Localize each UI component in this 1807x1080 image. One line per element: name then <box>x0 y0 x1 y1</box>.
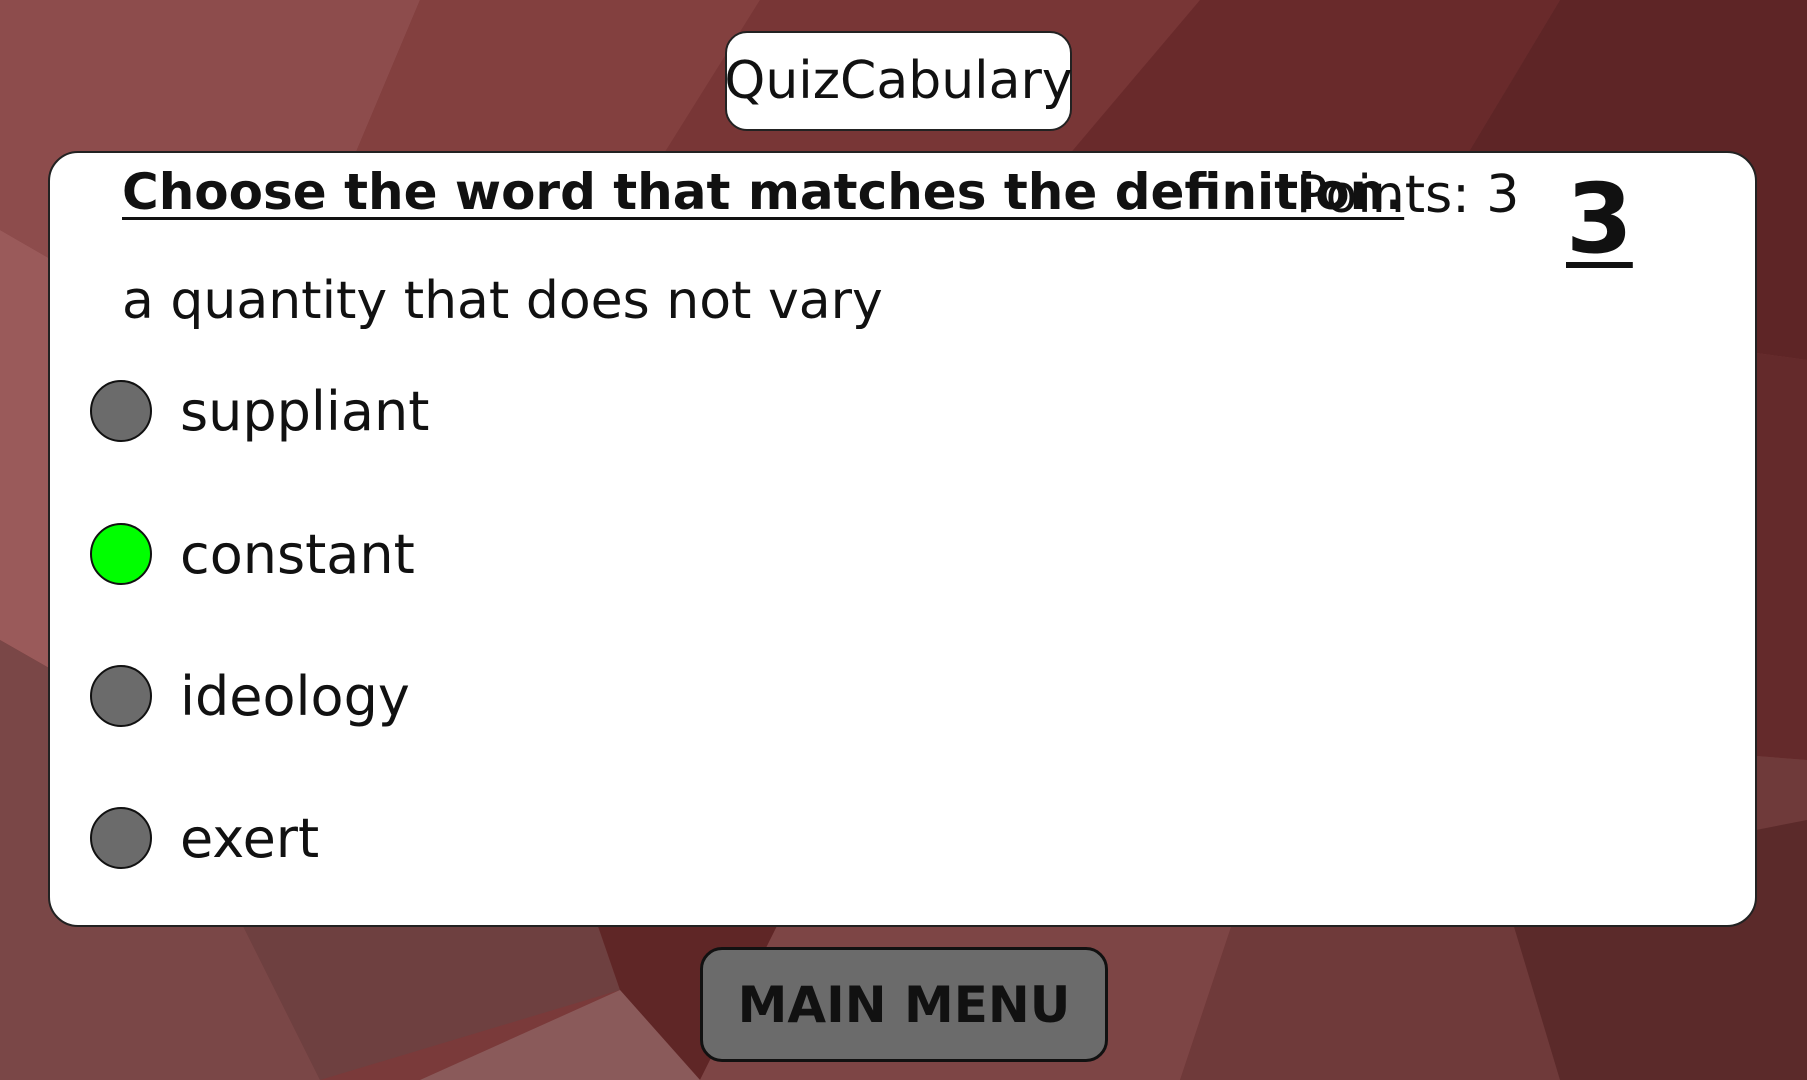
radio-button-icon[interactable] <box>90 807 152 869</box>
answer-option-exert[interactable]: exert <box>90 805 319 871</box>
definition-text: a quantity that does not vary <box>122 271 883 331</box>
points-counter: Points: 3 <box>1296 165 1520 225</box>
instruction-heading: Choose the word that matches the definit… <box>122 163 1405 221</box>
radio-button-icon[interactable] <box>90 523 152 585</box>
countdown-timer: 3 <box>1566 163 1633 275</box>
answer-label[interactable]: exert <box>180 807 319 870</box>
answer-option-suppliant[interactable]: suppliant <box>90 378 429 444</box>
app-title: QuizCabulary <box>724 31 1073 131</box>
question-card: Choose the word that matches the definit… <box>48 151 1757 927</box>
answer-option-constant[interactable]: constant <box>90 521 415 587</box>
radio-button-icon[interactable] <box>90 380 152 442</box>
answer-label[interactable]: suppliant <box>180 380 429 443</box>
answer-option-ideology[interactable]: ideology <box>90 663 410 729</box>
answer-label[interactable]: constant <box>180 523 415 586</box>
answer-label[interactable]: ideology <box>180 665 410 728</box>
radio-button-icon[interactable] <box>90 665 152 727</box>
main-menu-button[interactable]: MAIN MENU <box>700 947 1108 1062</box>
